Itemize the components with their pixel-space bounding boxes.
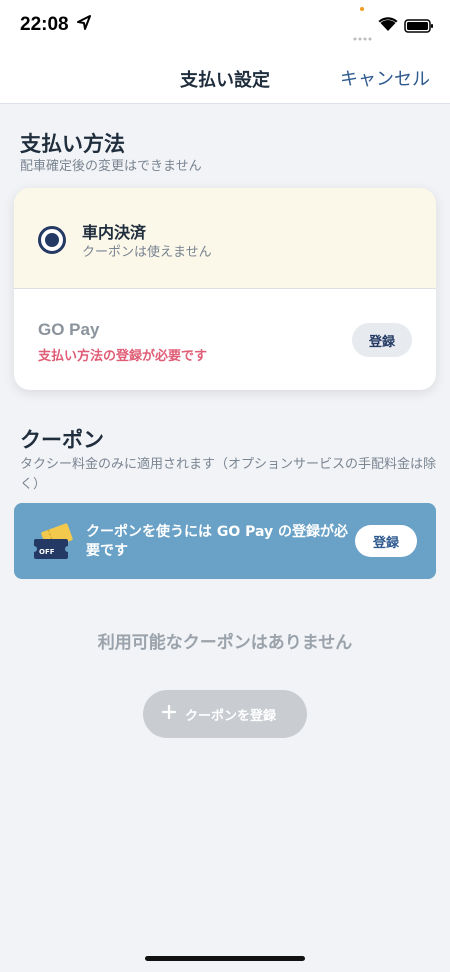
- payment-section-title: 支払い方法: [20, 132, 125, 156]
- cancel-button[interactable]: キャンセル: [340, 65, 430, 91]
- add-coupon-label: クーポンを登録: [185, 709, 277, 724]
- payment-option-go-pay: GO Pay 支払い方法の登録が必要です 登録: [14, 290, 436, 390]
- coupon-icon-off-text: OFF: [39, 548, 55, 556]
- payment-options-card: 車内決済 クーポンは使えません GO Pay 支払い方法の登録が必要です 登録: [14, 188, 436, 390]
- no-coupons-text: 利用可能なクーポンはありません: [97, 633, 353, 653]
- option-label: GO Pay: [38, 320, 100, 339]
- location-arrow-icon: [77, 15, 91, 35]
- banner-message: クーポンを使うには GO Pay の登録が必要です: [86, 524, 349, 559]
- option-warning-text: 支払い方法の登録が必要です: [38, 349, 208, 364]
- option-sublabel: クーポンは使えません: [82, 245, 212, 260]
- privacy-indicator-dot: [360, 7, 364, 11]
- status-time: 22:08: [20, 14, 69, 35]
- go-pay-register-button[interactable]: 登録: [352, 323, 412, 357]
- status-bar: 22:08: [0, 0, 450, 50]
- coupon-register-button[interactable]: 登録: [355, 525, 417, 557]
- wifi-icon: [378, 16, 398, 36]
- payment-option-in-car[interactable]: 車内決済 クーポンは使えません: [14, 188, 436, 289]
- payment-section-subtitle: 配車確定後の変更はできません: [20, 159, 202, 174]
- option-label: 車内決済: [82, 223, 147, 242]
- home-indicator[interactable]: [145, 956, 305, 961]
- coupon-ticket-icon: OFF: [31, 521, 76, 567]
- radio-selected-icon[interactable]: [38, 226, 66, 254]
- radio-dot: [45, 233, 59, 247]
- coupon-info-banner: OFF クーポンを使うには GO Pay の登録が必要です 登録: [14, 503, 436, 579]
- plus-icon: [161, 704, 177, 723]
- nav-bar: 支払い設定 キャンセル: [0, 50, 450, 104]
- add-coupon-button[interactable]: クーポンを登録: [143, 690, 307, 738]
- coupon-section-subtitle: タクシー料金のみに適用されます（オプションサービスの手配料金は除く）: [20, 457, 437, 492]
- battery-icon: [404, 18, 434, 37]
- cellular-signal-icon: [353, 26, 373, 45]
- coupon-section-title: クーポン: [20, 428, 104, 452]
